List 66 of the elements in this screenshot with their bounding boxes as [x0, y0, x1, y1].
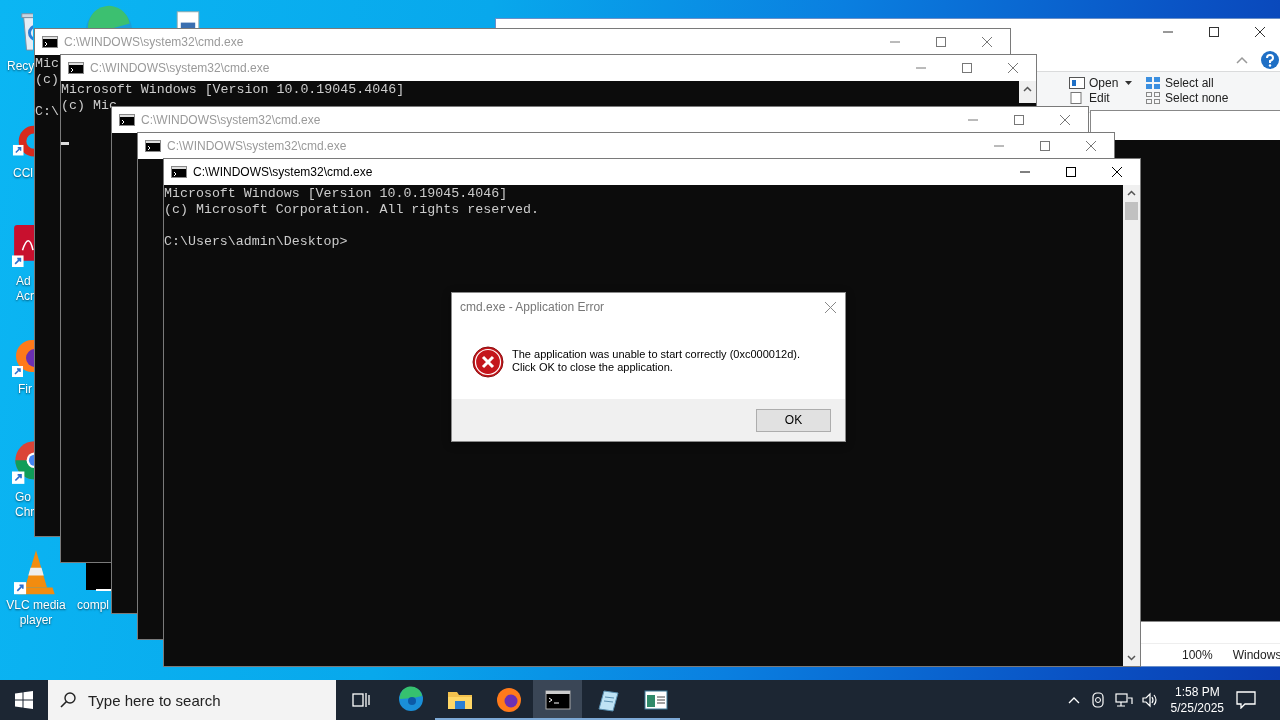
console-line: Microsoft Windows [Version 10.0.19045.4046]: [61, 82, 405, 98]
maximize-icon: [1066, 167, 1076, 177]
collapse-ribbon-icon[interactable]: [1236, 56, 1248, 64]
ribbon-button[interactable]: Select none: [1145, 91, 1255, 105]
error-icon: [472, 346, 504, 378]
maximize-icon: [1209, 27, 1219, 37]
window-icon: [642, 687, 669, 713]
help-icon[interactable]: [1260, 50, 1280, 70]
app-icon[interactable]: [12, 225, 34, 267]
console-line: (c) Microsoft Corporation. All rights reserved.: [164, 202, 540, 218]
network-icon[interactable]: [1114, 691, 1133, 709]
close-icon: [1008, 63, 1018, 73]
window-title: C:\WINDOWS\system32\cmd.exe: [64, 35, 245, 49]
console-icon[interactable]: [86, 563, 111, 591]
console-line: (c): [35, 72, 59, 88]
firefox-icon: [495, 687, 522, 713]
command-prompt: C:\: [35, 104, 59, 120]
show-hidden-icons-icon[interactable]: [1066, 695, 1081, 705]
window-title: C:\WINDOWS\system32\cmd.exe: [90, 61, 271, 75]
maximize-icon: [962, 63, 972, 73]
clock-time[interactable]: 1:58 PM: [1174, 684, 1220, 700]
task-view-icon: [352, 691, 370, 709]
browser-icon: [397, 686, 424, 712]
page-icon: [1069, 92, 1085, 104]
close-icon: [1112, 167, 1122, 177]
window-icon: [1069, 77, 1085, 89]
close-icon: [824, 301, 836, 313]
search-bar[interactable]: Type here to search: [48, 680, 336, 720]
window-title: C:\WINDOWS\system32\cmd.exe: [193, 165, 374, 179]
search-icon: [60, 692, 76, 708]
close-icon: [982, 37, 992, 47]
console-icon: [119, 114, 135, 126]
maximize-icon: [1040, 141, 1050, 151]
console-icon: [145, 140, 161, 152]
console-taskbar-button[interactable]: [533, 680, 582, 720]
scrollbar[interactable]: [1123, 185, 1140, 666]
console-icon: [171, 166, 187, 178]
maximize-icon: [936, 37, 946, 47]
close-icon: [1086, 141, 1096, 151]
console-icon: [68, 62, 84, 74]
dialog-title: cmd.exe - Application Error: [460, 300, 605, 314]
close-icon: [1060, 115, 1070, 125]
scrollbar-thumb[interactable]: [1125, 202, 1138, 220]
command-prompt: C:\Users\admin\Desktop>: [164, 234, 348, 250]
console-icon: [42, 36, 58, 48]
close-icon: [1255, 27, 1265, 37]
window-title: C:\WINDOWS\system32\cmd.exe: [141, 113, 322, 127]
speaker-icon[interactable]: [1140, 691, 1159, 709]
console-line: Mic: [35, 56, 59, 72]
ok-button[interactable]: OK: [756, 408, 831, 432]
search-field[interactable]: Type here to search: [88, 691, 328, 709]
ribbon-button[interactable]: Edit: [1069, 91, 1145, 105]
maximize-icon: [1014, 115, 1024, 125]
scrollbar[interactable]: [1019, 81, 1036, 103]
ribbon-button[interactable]: Open: [1069, 76, 1145, 90]
notifications-icon[interactable]: [1236, 691, 1256, 709]
clock-date[interactable]: 5/25/2025: [1170, 700, 1224, 716]
grid-icon: [1145, 77, 1161, 89]
window-title: C:\WINDOWS\system32\cmd.exe: [167, 139, 348, 153]
windows-logo-icon: [15, 691, 33, 709]
error-message: The application was unable to start correctly (0xc000012d). Click OK to close the application.: [512, 348, 800, 374]
status-text: 100%: [1182, 648, 1213, 662]
grid-icon: [1145, 92, 1161, 104]
console-icon: [544, 687, 571, 713]
ribbon-button[interactable]: Select all: [1145, 76, 1255, 90]
console-line: Microsoft Windows [Version 10.0.19045.4046]: [164, 186, 508, 202]
